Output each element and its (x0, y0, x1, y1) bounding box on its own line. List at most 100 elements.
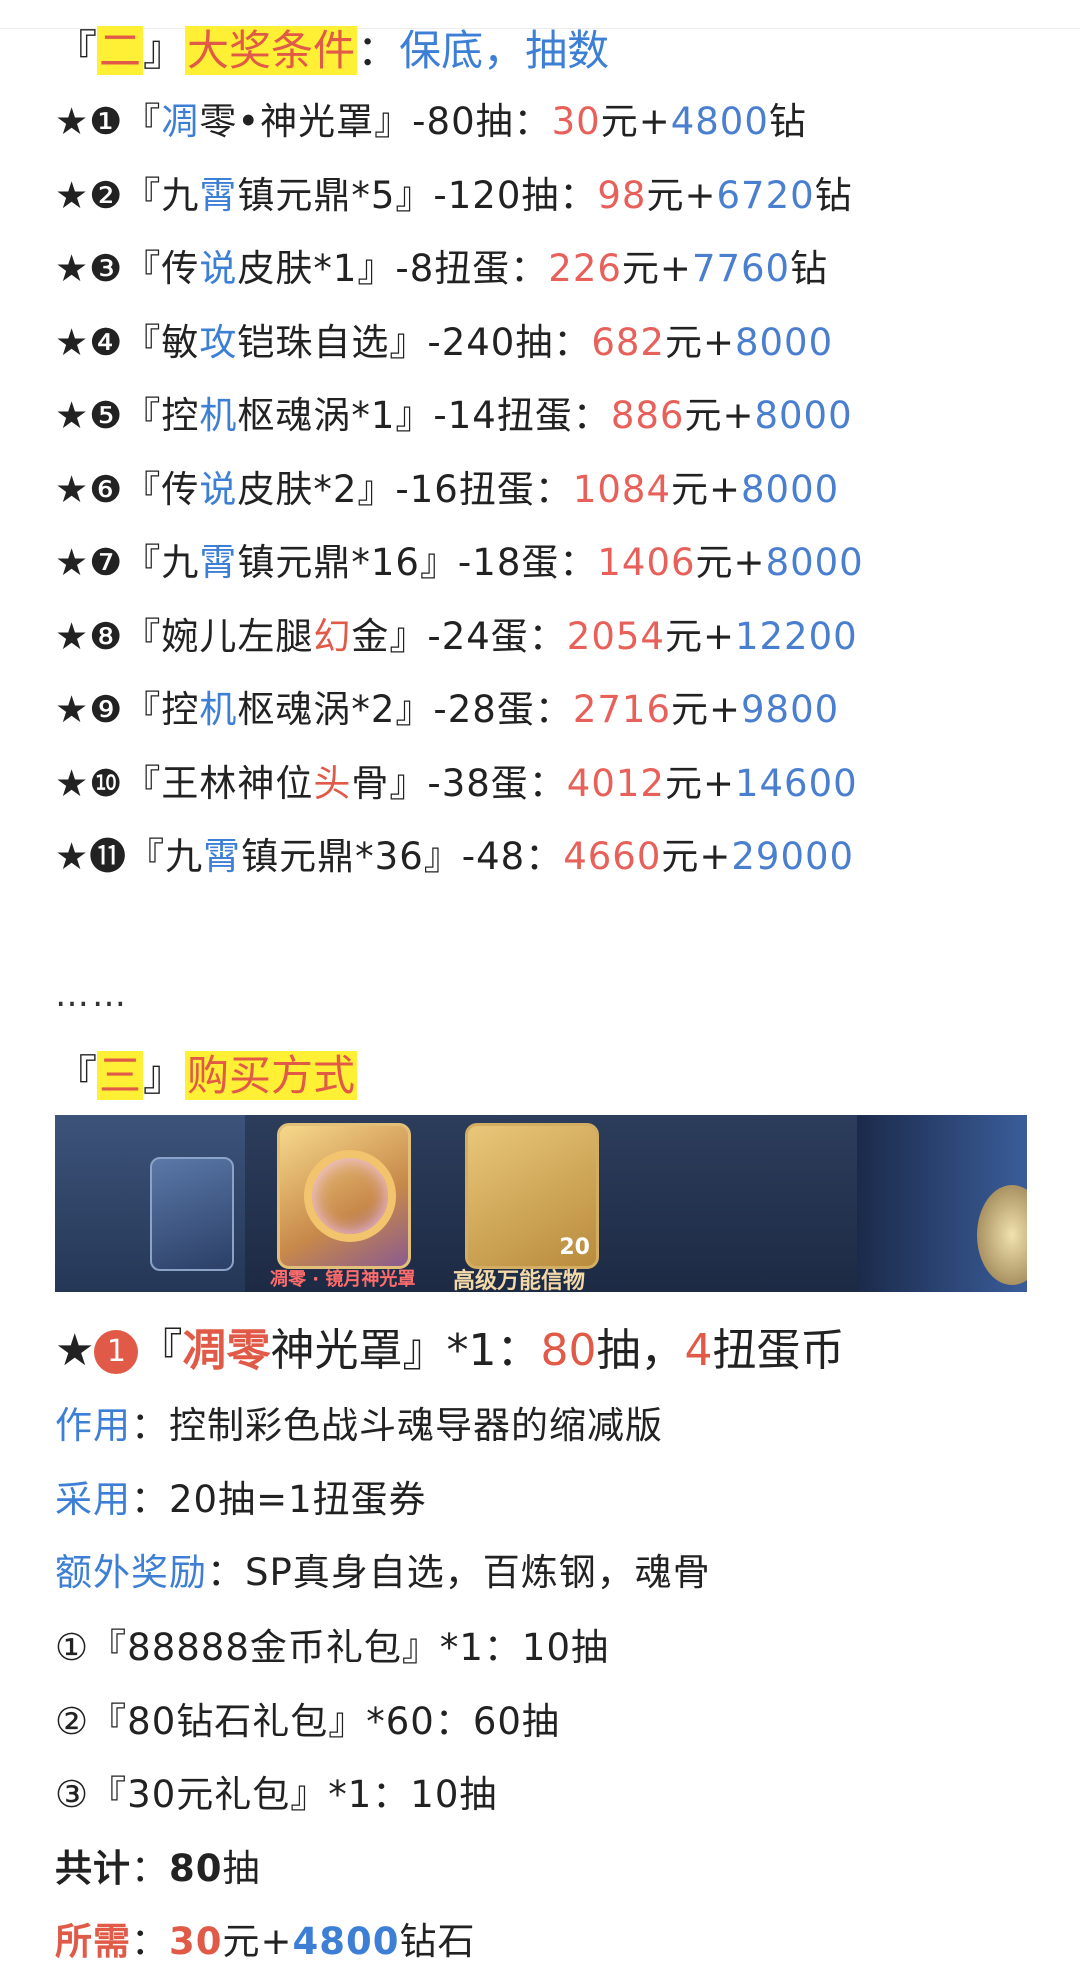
prize-name: 镇元鼎*5 (237, 173, 396, 217)
prize-highlight-char: 霄 (199, 541, 238, 584)
prize-prefix: ★❼『九 (55, 541, 200, 584)
prize-highlight-char: 说 (199, 467, 238, 511)
detail-label: 作用 (55, 1404, 131, 1447)
bracket-close: 』 (143, 1051, 186, 1100)
prize-price: 2716 (572, 688, 671, 731)
item-count-badge: 20 (559, 1235, 590, 1260)
prize-price: 886 (610, 394, 685, 437)
pack-line: ③『30元礼包』*1：10抽 (55, 1773, 498, 1816)
yuan-unit: 元+ (600, 100, 671, 143)
star-icon: ★ (55, 1325, 95, 1376)
yuan-unit: 元+ (621, 247, 692, 290)
prize-prefix: ★❶『 (55, 100, 162, 143)
pack-line: ①『88888金币礼包』*1：10抽 (55, 1626, 609, 1669)
item-coins: 4 (684, 1325, 713, 1376)
yuan-unit: 元+ (222, 1920, 293, 1963)
yuan-unit: 元+ (646, 173, 717, 217)
detail-text: ：20抽=1扭蛋券 (131, 1477, 427, 1521)
prize-price: 226 (548, 247, 622, 290)
total-label: 共计 (55, 1847, 131, 1890)
prize-prefix: ★❸『传 (55, 247, 200, 290)
bracket-open: 『 (55, 26, 98, 75)
prize-requirement: 』-48： (423, 835, 564, 878)
colon: ： (131, 1847, 169, 1890)
pulls-unit: 抽， (596, 1325, 685, 1376)
prize-highlight-char: 霄 (199, 173, 238, 217)
yuan-unit: 元+ (661, 835, 732, 878)
prize-line: ★⓫『九霄镇元鼎*36』-48：4660元+29000 (55, 831, 854, 883)
detail-line: 额外奖励：SP真身自选，百炼钢，魂骨 (55, 1547, 711, 1599)
diamond-unit: 钻 (768, 100, 807, 143)
prize-diamonds: 6720 (716, 173, 815, 217)
yuan-unit: 元+ (695, 541, 766, 584)
detail-line: 采用：20抽=1扭蛋券 (55, 1474, 427, 1526)
colon: ： (357, 26, 400, 75)
prize-name: 铠珠自选 (237, 320, 390, 364)
prize-price: 4012 (566, 761, 665, 805)
prize-diamonds: 8000 (754, 394, 853, 437)
prize-prefix: ★❽『婉儿左腿 (55, 614, 314, 658)
prize-line: ★❼『九霄镇元鼎*16』-18蛋：1406元+8000 (55, 537, 864, 589)
prize-highlight-char: 霄 (203, 835, 242, 878)
required-label: 所需 (55, 1920, 131, 1963)
light-shield-item-card (277, 1123, 411, 1269)
prize-line: ★❷『九霄镇元鼎*5』-120抽：98元+6720钻 (55, 170, 853, 222)
diamond-unit: 钻石 (399, 1920, 476, 1963)
section-2-heading: 『二』大奖条件：保底，抽数 (55, 22, 609, 80)
bracket-open: 『 (55, 1051, 98, 1100)
prize-prefix: ★❺『控 (55, 394, 200, 437)
yuan-unit: 元+ (671, 688, 742, 731)
game-item-banner: 20 凋零 · 镜月神光罩 高级万能信物 (55, 1115, 1027, 1292)
item-number-badge: 1 (94, 1330, 139, 1374)
prize-line: ★❸『传说皮肤*1』-8扭蛋：226元+7760钻 (55, 243, 828, 295)
prize-price: 2054 (566, 614, 665, 658)
ring-icon (304, 1150, 396, 1242)
prize-requirement: 』-16扭蛋： (357, 467, 573, 511)
detail-text: ：控制彩色战斗魂导器的缩减版 (131, 1404, 663, 1447)
prize-highlight-char: 凋 (161, 100, 200, 143)
universal-token-item-card: 20 (465, 1123, 599, 1269)
yuan-unit: 元+ (684, 394, 755, 437)
prize-line: ★❺『控机枢魂涡*1』-14扭蛋：886元+8000 (55, 390, 853, 442)
prize-price: 4660 (563, 835, 662, 878)
prize-highlight-char: 幻 (313, 614, 352, 658)
item-name: 神光罩 (270, 1325, 403, 1376)
prize-name: 皮肤*2 (237, 467, 358, 511)
prize-prefix: ★❾『控 (55, 688, 200, 731)
required-diamonds: 4800 (292, 1920, 400, 1963)
pack-line: ②『80钻石礼包』*60：60抽 (55, 1699, 560, 1743)
prize-name: 枢魂涡*2 (237, 688, 396, 731)
prize-prefix: ★❷『九 (55, 173, 200, 217)
diamond-unit: 钻 (790, 247, 829, 290)
item-title: ★ 1 『凋零神光罩』*1：80抽，4扭蛋币 (55, 1320, 844, 1382)
prize-diamonds: 8000 (741, 467, 840, 511)
prize-prefix: ★⓫『九 (55, 835, 204, 878)
coins-unit: 扭蛋币 (712, 1325, 845, 1376)
item-caption-2: 高级万能信物 (453, 1269, 586, 1292)
prize-diamonds: 8000 (765, 541, 864, 584)
prize-diamonds: 29000 (731, 835, 855, 878)
diamond-unit: 钻 (814, 173, 853, 217)
prize-name: 皮肤*1 (237, 247, 358, 290)
prize-requirement: 』-8扭蛋： (357, 247, 549, 290)
prize-prefix: ★❿『王林神位 (55, 761, 314, 805)
required-price: 30 (169, 1920, 223, 1963)
detail-label: 额外奖励 (55, 1551, 207, 1594)
detail-text: ：SP真身自选，百炼钢，魂骨 (207, 1551, 711, 1594)
prize-highlight-char: 机 (199, 394, 238, 437)
prize-requirement: 』-18蛋： (419, 541, 598, 584)
prize-prefix: ★❹『敏 (55, 320, 200, 364)
prize-requirement: 』-240抽： (389, 320, 592, 364)
prize-diamonds: 7760 (691, 247, 791, 290)
prize-name: 镇元鼎*16 (237, 541, 420, 584)
item-pulls: 80 (540, 1325, 597, 1376)
prize-diamonds: 4800 (670, 100, 769, 143)
total-value: 80 (169, 1847, 223, 1890)
prize-requirement: 』-24蛋： (389, 614, 567, 658)
yuan-unit: 元+ (671, 467, 742, 511)
prize-name: 零•神光罩 (199, 100, 375, 143)
prize-name: 镇元鼎*36 (241, 835, 424, 878)
prize-requirement: 』-38蛋： (389, 761, 567, 805)
section-number: 三 (97, 1051, 144, 1100)
prize-line: ★❶『凋零•神光罩』-80抽：30元+4800钻 (55, 96, 807, 148)
